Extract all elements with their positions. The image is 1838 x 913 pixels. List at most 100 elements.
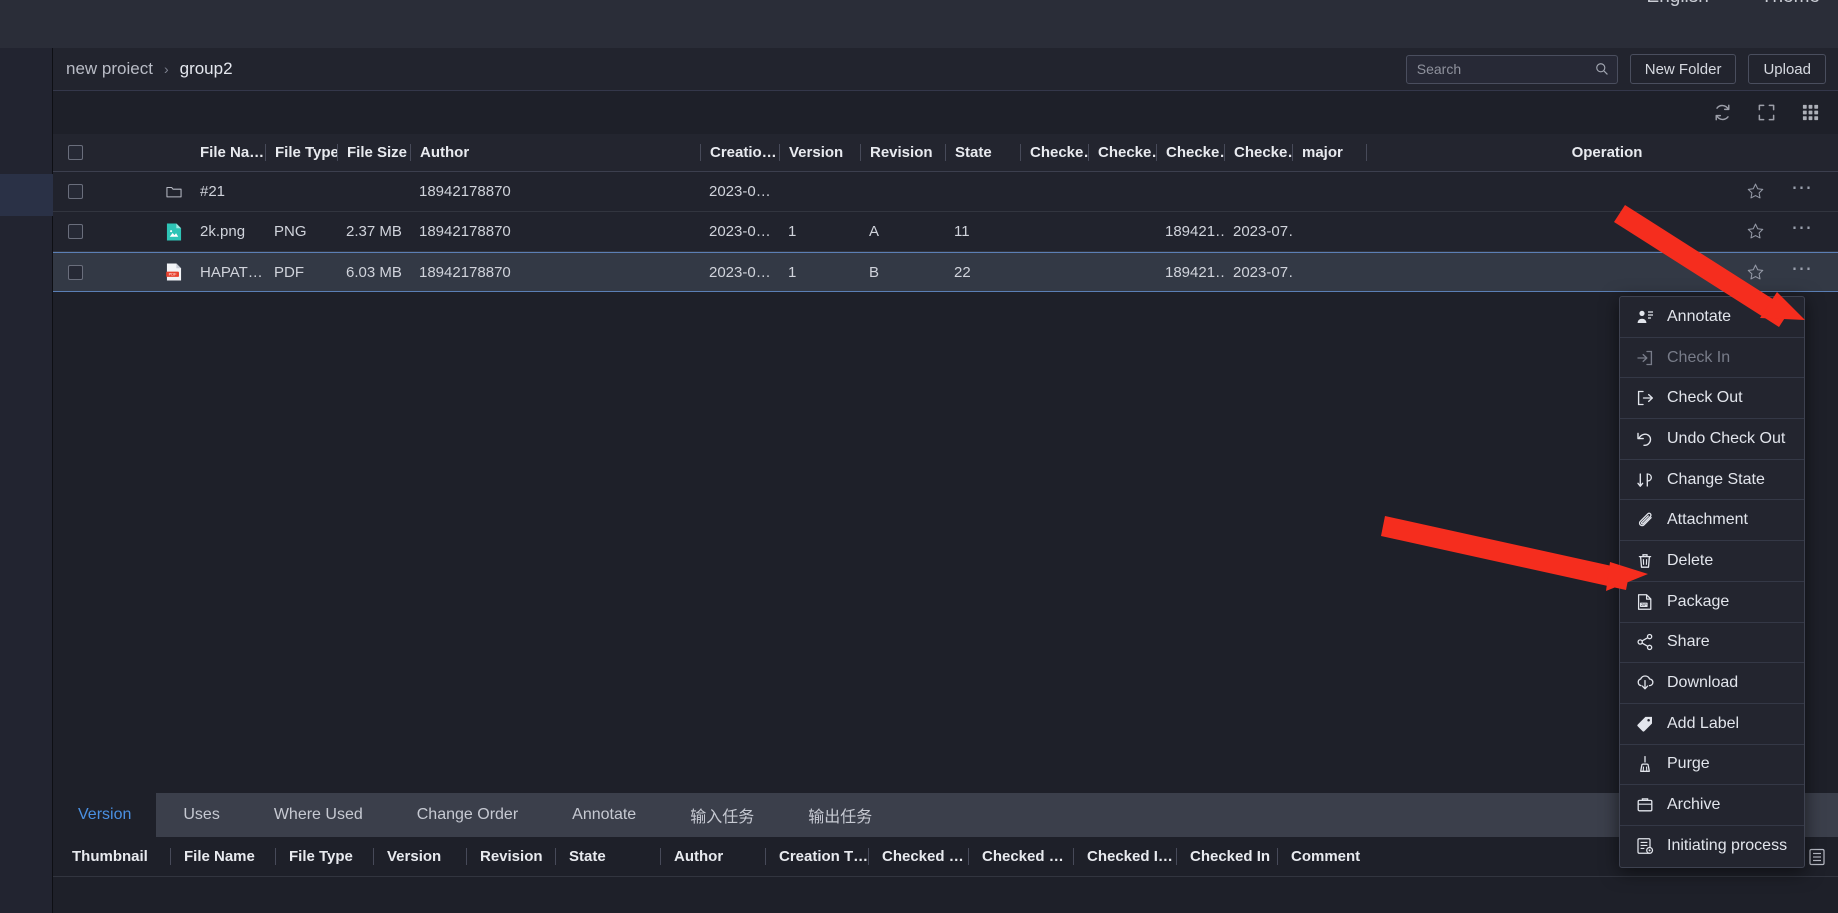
rail-item-3[interactable] xyxy=(0,132,53,174)
header-state[interactable]: State xyxy=(945,144,1020,161)
header-version[interactable]: Version xyxy=(779,144,860,161)
breadcrumb-root[interactable]: new proiect xyxy=(66,59,153,79)
row-file-name[interactable]: 2k.png xyxy=(191,223,265,240)
table-row[interactable]: #21 18942178870 2023-0… ⋯ xyxy=(53,172,1838,212)
menu-item-undo-check-out[interactable]: Undo Check Out xyxy=(1620,419,1804,460)
detail-header-revision[interactable]: Revision xyxy=(466,848,555,865)
favorite-star-icon[interactable] xyxy=(1746,222,1765,241)
select-all-cell xyxy=(53,145,97,160)
menu-item-delete[interactable]: Delete xyxy=(1620,541,1804,582)
menu-item-add-label[interactable]: Add Label xyxy=(1620,704,1804,745)
header-file-name[interactable]: File Na… xyxy=(191,144,265,161)
detail-header-creation-time[interactable]: Creation T… xyxy=(765,848,868,865)
header-major[interactable]: major xyxy=(1292,144,1366,161)
tab-where-used[interactable]: Where Used xyxy=(247,793,390,837)
detail-panel: Version Uses Where Used Change Order Ann… xyxy=(53,793,1838,913)
row-more-actions-button[interactable]: ⋯ xyxy=(1791,222,1814,240)
annotate-icon xyxy=(1636,308,1654,326)
row-checkbox[interactable] xyxy=(67,264,83,280)
row-checkbox[interactable] xyxy=(67,224,83,239)
language-switch[interactable]: English xyxy=(1647,0,1709,8)
menu-item-archive[interactable]: Archive xyxy=(1620,785,1804,826)
folder-icon xyxy=(166,186,182,197)
header-checked-1[interactable]: Checke… xyxy=(1020,144,1088,161)
file-grid-header: File Na… File Type File Size Author Crea… xyxy=(53,134,1838,172)
detail-header-checked-3[interactable]: Checked I… xyxy=(1073,848,1176,865)
change-state-icon xyxy=(1636,471,1654,489)
detail-header-checked-1[interactable]: Checked … xyxy=(868,848,968,865)
menu-item-annotate[interactable]: Annotate xyxy=(1620,297,1804,338)
menu-item-change-state[interactable]: Change State xyxy=(1620,460,1804,501)
detail-header-comment[interactable]: Comment xyxy=(1277,848,1387,865)
menu-item-attachment[interactable]: Attachment xyxy=(1620,500,1804,542)
table-row[interactable]: 2k.png PNG 2.37 MB 18942178870 2023-0… 1… xyxy=(53,212,1838,252)
row-file-type: PDF xyxy=(274,263,304,281)
fullscreen-icon[interactable] xyxy=(1757,103,1776,122)
header-checked-2[interactable]: Checke… xyxy=(1088,144,1156,161)
tab-input-task[interactable]: 输入任务 xyxy=(663,793,781,837)
row-context-menu: Annotate Check In Check Out Undo Check O… xyxy=(1619,296,1805,868)
search-input[interactable] xyxy=(1416,61,1591,77)
attachment-icon xyxy=(1636,511,1654,529)
row-more-actions-button[interactable]: ⋯ xyxy=(1791,182,1814,200)
header-file-type[interactable]: File Type xyxy=(265,144,337,161)
global-topbar: English Theme xyxy=(0,0,1838,48)
archive-icon xyxy=(1636,796,1654,814)
menu-item-download[interactable]: Download xyxy=(1620,663,1804,704)
row-file-size: 2.37 MB xyxy=(346,223,402,240)
header-checked-3[interactable]: Checke… xyxy=(1156,144,1224,161)
row-file-icon-cell xyxy=(157,222,191,242)
rail-item-5[interactable] xyxy=(0,216,53,258)
refresh-icon[interactable] xyxy=(1713,103,1732,122)
detail-header-checked-in[interactable]: Checked In xyxy=(1176,848,1277,865)
menu-item-label: Annotate xyxy=(1667,307,1732,325)
header-creation-time[interactable]: Creatio… xyxy=(700,144,779,161)
tab-annotate[interactable]: Annotate xyxy=(545,793,663,837)
rail-item-1[interactable] xyxy=(0,48,53,90)
grid-view-icon[interactable] xyxy=(1801,103,1820,122)
detail-header-file-type[interactable]: File Type xyxy=(275,848,373,865)
topbar-links: English Theme xyxy=(1647,0,1820,8)
tab-uses[interactable]: Uses xyxy=(156,793,246,837)
new-folder-button[interactable]: New Folder xyxy=(1629,54,1737,84)
search-box[interactable] xyxy=(1405,54,1618,84)
menu-item-check-out[interactable]: Check Out xyxy=(1620,378,1804,420)
menu-item-package[interactable]: ZIP Package xyxy=(1620,582,1804,623)
tab-change-order[interactable]: Change Order xyxy=(390,793,545,837)
label-tag-icon xyxy=(1636,715,1654,733)
header-revision[interactable]: Revision xyxy=(860,144,945,161)
rail-item-active[interactable] xyxy=(0,174,53,216)
breadcrumb-current[interactable]: group2 xyxy=(180,59,233,79)
detail-header-file-name[interactable]: File Name xyxy=(170,848,275,865)
tab-version[interactable]: Version xyxy=(53,793,157,837)
column-settings-icon[interactable] xyxy=(1808,848,1826,866)
row-checkbox[interactable] xyxy=(67,184,83,199)
menu-item-initiating-process[interactable]: Initiating process xyxy=(1620,826,1804,867)
detail-header-state[interactable]: State xyxy=(555,848,660,865)
detail-header-version[interactable]: Version xyxy=(373,848,466,865)
menu-item-share[interactable]: Share xyxy=(1620,623,1804,664)
detail-header-checked-2[interactable]: Checked … xyxy=(968,848,1073,865)
table-row[interactable]: PDF HAPAT… PDF 6.03 MB 18942178870 2023-… xyxy=(53,252,1838,292)
rail-item-2[interactable] xyxy=(0,90,53,132)
row-file-name[interactable]: #21 xyxy=(191,183,265,200)
row-select-cell xyxy=(53,264,97,280)
tab-output-task[interactable]: 输出任务 xyxy=(781,793,899,837)
favorite-star-icon[interactable] xyxy=(1746,263,1765,282)
header-file-size[interactable]: File Size xyxy=(337,144,410,161)
theme-switch[interactable]: Theme xyxy=(1761,0,1820,8)
header-checked-4[interactable]: Checke… xyxy=(1224,144,1292,161)
favorite-star-icon[interactable] xyxy=(1746,182,1765,201)
row-more-actions-button[interactable]: ⋯ xyxy=(1791,263,1814,281)
package-zip-icon: ZIP xyxy=(1636,593,1654,611)
menu-item-purge[interactable]: Purge xyxy=(1620,745,1804,786)
header-author[interactable]: Author xyxy=(410,144,700,161)
row-revision: B xyxy=(869,263,880,281)
row-creation-time: 2023-0… xyxy=(709,183,771,200)
select-all-checkbox[interactable] xyxy=(67,145,83,160)
detail-header-author[interactable]: Author xyxy=(660,848,765,865)
row-file-type: PNG xyxy=(274,223,307,240)
row-file-name[interactable]: HAPAT… xyxy=(191,264,265,281)
upload-button[interactable]: Upload xyxy=(1748,54,1826,84)
file-grid-empty-area xyxy=(53,292,1838,680)
